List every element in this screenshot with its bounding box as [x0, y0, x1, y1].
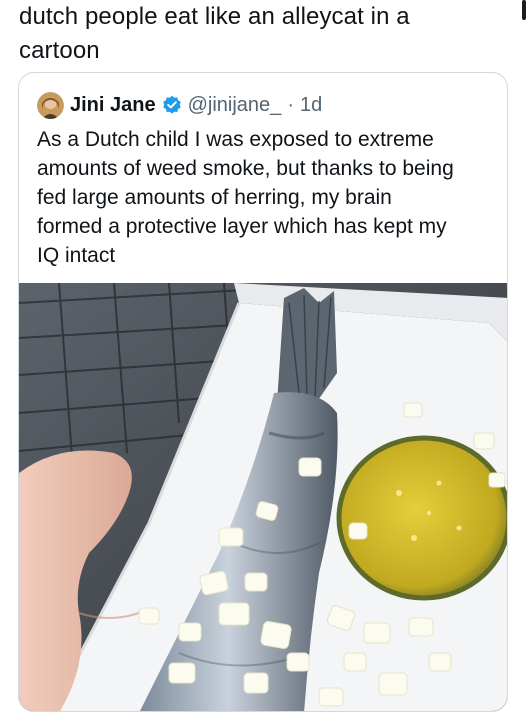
post-photo[interactable] — [19, 282, 507, 711]
quoted-post-text: As a Dutch child I was exposed to extrem… — [37, 128, 454, 267]
avatar[interactable] — [37, 91, 64, 119]
post-text: dutch people eat like an alleycat in a c… — [19, 3, 410, 64]
quoted-post-card[interactable]: Jini Jane @jinijane_ · 1d As a Dutch chi… — [18, 72, 508, 712]
verified-badge-icon — [162, 95, 182, 115]
post-timestamp[interactable]: 1d — [300, 94, 322, 117]
separator-dot: · — [287, 93, 294, 116]
author-handle[interactable]: @jinijane_ — [188, 94, 282, 117]
scrollbar[interactable] — [522, 0, 526, 20]
author-name[interactable]: Jini Jane — [70, 94, 156, 117]
quoted-post-header: Jini Jane @jinijane_ · 1d — [37, 91, 322, 119]
